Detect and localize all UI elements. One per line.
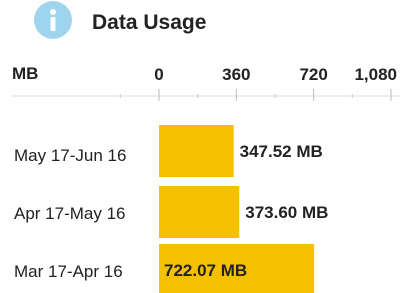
x-tick-label-0: 0 (154, 65, 163, 84)
category-label-0: May 17-Jun 16 (14, 146, 127, 165)
value-label-1: 373.60 MB (245, 203, 328, 222)
category-label-2: Mar 17-Apr 16 (14, 262, 123, 281)
bar-0 (159, 125, 234, 177)
x-tick-label-1: 360 (222, 65, 250, 84)
category-label-1: Apr 17-May 16 (14, 204, 126, 223)
value-label-2: 722.07 MB (164, 261, 247, 280)
bar-1 (159, 186, 240, 238)
x-tick-label-3: 1,080 (354, 65, 397, 84)
value-label-0: 347.52 MB (240, 142, 323, 161)
x-tick-label-2: 720 (299, 65, 327, 84)
